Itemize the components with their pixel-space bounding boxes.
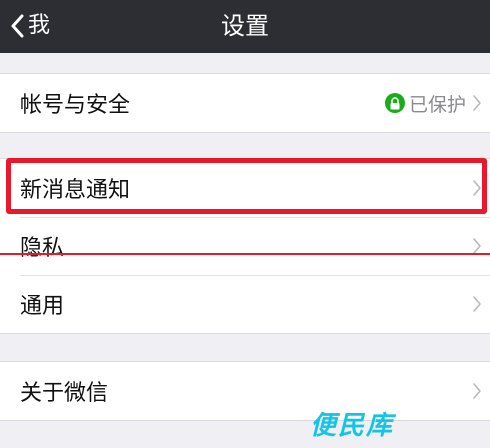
settings-item-notifications[interactable]: 新消息通知: [0, 159, 490, 217]
settings-item-general[interactable]: 通用: [0, 275, 490, 333]
settings-item-about-wechat[interactable]: 关于微信: [0, 362, 490, 420]
status-text: 已保护: [408, 93, 466, 116]
settings-group-general: 新消息通知 隐私 通用: [0, 158, 490, 334]
protection-status: 已保护: [384, 90, 466, 117]
chevron-right-icon: [472, 94, 482, 112]
settings-group-about: 关于微信: [0, 361, 490, 421]
chevron-right-icon: [472, 237, 482, 255]
lock-icon: [384, 93, 405, 113]
page-title: 设置: [221, 12, 269, 40]
settings-item-privacy[interactable]: 隐私: [0, 217, 490, 275]
chevron-right-icon: [472, 179, 482, 197]
settings-item-label: 新消息通知: [20, 178, 131, 203]
settings-group-account: 帐号与安全 已保护: [0, 73, 490, 133]
chevron-right-icon: [472, 295, 482, 313]
settings-item-label: 帐号与安全: [20, 93, 131, 118]
settings-item-label: 通用: [20, 294, 65, 319]
chevron-right-icon: [472, 382, 482, 400]
settings-item-account-security[interactable]: 帐号与安全 已保护: [0, 74, 490, 132]
settings-item-label: 隐私: [20, 236, 65, 261]
settings-item-label: 关于微信: [20, 381, 109, 406]
navigation-bar: 我 设置: [0, 0, 490, 53]
